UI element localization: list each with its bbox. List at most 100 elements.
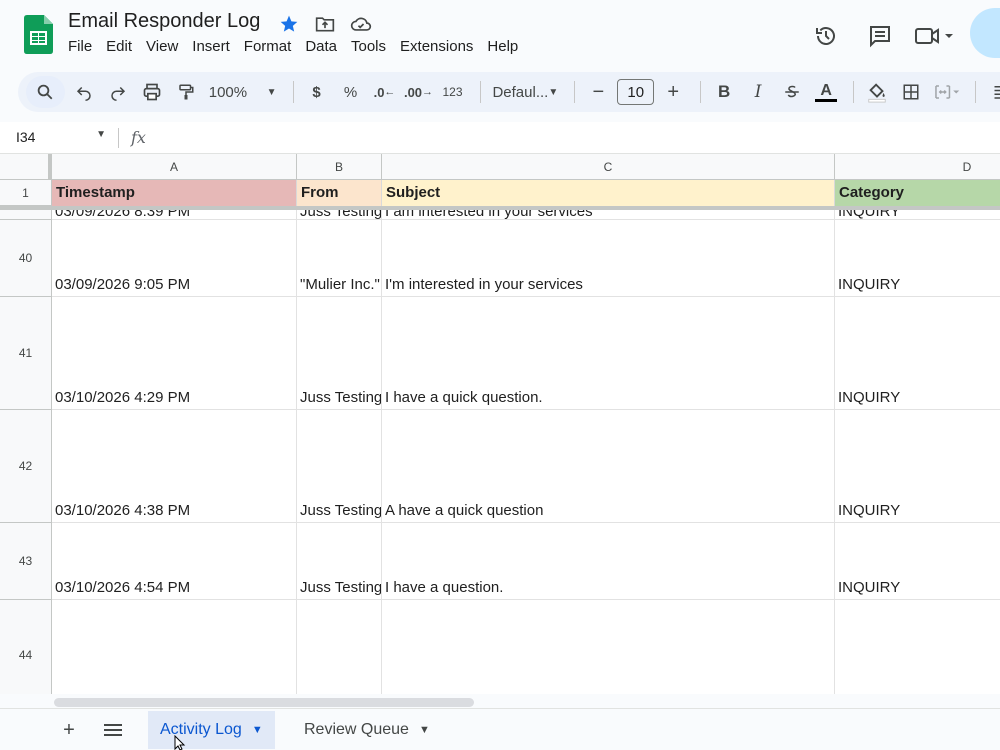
table-cell[interactable]: I have a question.	[382, 523, 835, 600]
column-header-c[interactable]: C	[382, 154, 835, 180]
row-number[interactable]: 1	[0, 180, 52, 206]
table-cell[interactable]	[382, 600, 835, 694]
menu-format[interactable]: Format	[244, 38, 292, 55]
sheet-tab-label: Review Queue	[304, 721, 409, 738]
merge-cells-icon[interactable]	[930, 76, 963, 108]
increase-font-size-button[interactable]: +	[658, 76, 688, 108]
table-cell[interactable]	[52, 600, 297, 694]
row-number[interactable]: 44	[0, 600, 52, 694]
print-icon[interactable]	[137, 76, 167, 108]
italic-icon[interactable]: I	[743, 76, 773, 108]
text-color-icon[interactable]: A	[811, 76, 841, 108]
menu-edit[interactable]: Edit	[106, 38, 132, 55]
table-cell[interactable]: Juss Testing	[297, 410, 382, 523]
table-cell[interactable]: 03/10/2026 4:54 PM	[52, 523, 297, 600]
column-header-d[interactable]: D	[835, 154, 1000, 180]
cloud-saved-icon[interactable]	[348, 12, 374, 36]
column-header-b[interactable]: B	[297, 154, 382, 180]
comments-icon[interactable]	[860, 19, 900, 53]
header-cell-category[interactable]: Category	[835, 180, 1000, 206]
table-cell[interactable]	[297, 600, 382, 694]
table-cell[interactable]: Juss Testing	[297, 297, 382, 410]
menu-bar: File Edit View Insert Format Data Tools …	[68, 38, 532, 55]
table-cell[interactable]: 03/09/2026 8:39 PM	[52, 210, 297, 220]
row-number[interactable]: 43	[0, 523, 52, 600]
row-number[interactable]: 42	[0, 410, 52, 523]
table-cell[interactable]: INQUIRY	[835, 220, 1000, 297]
redo-icon[interactable]	[103, 76, 133, 108]
row-number[interactable]: 40	[0, 220, 52, 297]
zoom-select[interactable]: 100% ▼	[205, 76, 281, 108]
table-cell[interactable]: 03/09/2026 9:05 PM	[52, 220, 297, 297]
move-to-folder-icon[interactable]	[312, 12, 338, 36]
header-cell-timestamp[interactable]: Timestamp	[52, 180, 297, 206]
arrow-right-icon: →	[422, 86, 434, 98]
table-row: 44	[0, 600, 1000, 694]
table-cell[interactable]: INQUIRY	[835, 297, 1000, 410]
increase-decimal-button[interactable]: .00 →	[404, 76, 434, 108]
all-sheets-icon[interactable]	[98, 717, 128, 743]
table-cell[interactable]: A have a quick question	[382, 410, 835, 523]
table-cell[interactable]: 03/10/2026 4:38 PM	[52, 410, 297, 523]
star-icon[interactable]	[276, 12, 302, 36]
horizontal-align-icon[interactable]	[984, 76, 1000, 108]
fx-icon: fx	[131, 128, 146, 147]
currency-format-button[interactable]: $	[302, 76, 332, 108]
strikethrough-icon[interactable]	[777, 76, 807, 108]
table-row: 42 03/10/2026 4:38 PM Juss Testing A hav…	[0, 410, 1000, 523]
version-history-icon[interactable]	[806, 19, 846, 53]
table-cell[interactable]	[835, 600, 1000, 694]
column-header-a[interactable]: A	[52, 154, 297, 180]
sheet-tab-review-queue[interactable]: Review Queue ▼	[292, 711, 442, 749]
horizontal-scrollbar[interactable]	[54, 698, 474, 707]
more-formats-button[interactable]: 123	[438, 76, 468, 108]
header-cell-subject[interactable]: Subject	[382, 180, 835, 206]
table-cell[interactable]: I have a quick question.	[382, 297, 835, 410]
meet-icon[interactable]	[914, 19, 954, 53]
row-number[interactable]	[0, 210, 52, 220]
table-cell[interactable]: 03/10/2026 4:29 PM	[52, 297, 297, 410]
name-box[interactable]: I34 ▼	[16, 129, 106, 145]
table-cell[interactable]: "Mulier Inc."	[297, 220, 382, 297]
font-select[interactable]: Defaul... ▼	[488, 76, 562, 108]
sheets-logo-icon[interactable]	[24, 15, 53, 54]
table-cell[interactable]: Juss Testing	[297, 523, 382, 600]
paint-format-icon[interactable]	[171, 76, 201, 108]
table-cell[interactable]: INQUIRY	[835, 410, 1000, 523]
row-number[interactable]: 41	[0, 297, 52, 410]
table-cell[interactable]: Juss Testing	[297, 210, 382, 220]
spreadsheet-grid[interactable]: A B C D 1 Timestamp From Subject Categor…	[0, 154, 1000, 694]
decrease-font-size-button[interactable]: −	[583, 76, 613, 108]
menu-view[interactable]: View	[146, 38, 178, 55]
bold-icon[interactable]: B	[709, 76, 739, 108]
table-cell[interactable]: I'm interested in your services	[382, 220, 835, 297]
header-row: 1 Timestamp From Subject Category	[0, 180, 1000, 206]
menu-extensions[interactable]: Extensions	[400, 38, 473, 55]
column-headers: A B C D	[0, 154, 1000, 180]
font-value: Defaul...	[492, 83, 549, 101]
menu-file[interactable]: File	[68, 38, 92, 55]
header-cell-from[interactable]: From	[297, 180, 382, 206]
menu-insert[interactable]: Insert	[192, 38, 230, 55]
decrease-decimal-button[interactable]: .0 ←	[370, 76, 400, 108]
table-cell[interactable]: INQUIRY	[835, 523, 1000, 600]
sheet-tab-activity-log[interactable]: Activity Log ▼	[148, 711, 275, 749]
table-cell[interactable]: I am interested in your services	[382, 210, 835, 220]
font-size-input[interactable]: 10	[617, 79, 655, 105]
cell-text: I am interested in your services	[385, 210, 593, 220]
fill-color-icon[interactable]	[862, 76, 892, 108]
select-all-corner[interactable]	[0, 154, 52, 180]
add-sheet-icon[interactable]: +	[54, 717, 84, 743]
document-title[interactable]: Email Responder Log	[68, 10, 260, 33]
borders-icon[interactable]	[896, 76, 926, 108]
menu-tools[interactable]: Tools	[351, 38, 386, 55]
share-button[interactable]	[970, 8, 1000, 58]
menu-data[interactable]: Data	[305, 38, 337, 55]
table-row: 41 03/10/2026 4:29 PM Juss Testing I hav…	[0, 297, 1000, 410]
undo-icon[interactable]	[69, 76, 99, 108]
table-cell[interactable]: INQUIRY	[835, 210, 1000, 220]
toolbar-divider	[975, 81, 976, 103]
percent-format-button[interactable]: %	[336, 76, 366, 108]
menu-help[interactable]: Help	[487, 38, 518, 55]
search-menus-icon[interactable]	[26, 76, 65, 108]
